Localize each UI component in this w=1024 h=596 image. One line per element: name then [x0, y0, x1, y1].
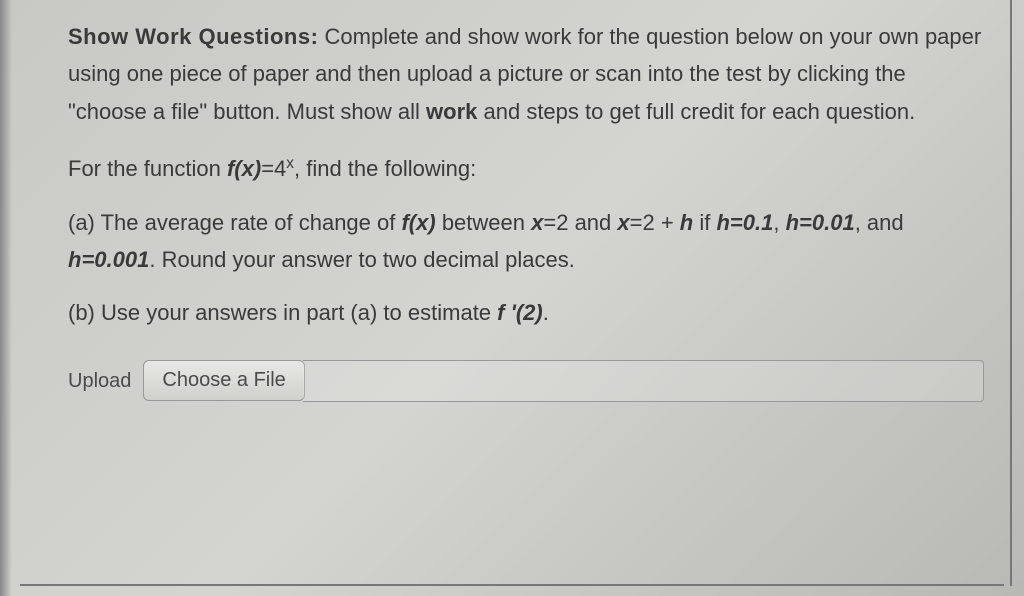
right-border — [1010, 0, 1012, 586]
part-b-pre: (b) Use your answers in part (a) to esti… — [68, 300, 497, 325]
part-a-pre: (a) The average rate of change of — [68, 210, 401, 235]
between: between — [436, 210, 531, 235]
function-definition: For the function f(x)=4x, find the follo… — [68, 150, 984, 187]
x1: x — [531, 210, 543, 235]
fx-a: f(x) — [401, 210, 435, 235]
bottom-border — [20, 584, 1004, 586]
fx-symbol: f(x) — [227, 156, 261, 181]
part-b-end: . — [543, 300, 549, 325]
x1-val: =2 — [543, 210, 568, 235]
choose-file-button[interactable]: Choose a File — [143, 360, 304, 401]
h2: h=0.01 — [786, 210, 855, 235]
h3: h=0.001 — [68, 247, 149, 272]
comma2: , and — [855, 210, 904, 235]
upload-label: Upload — [68, 364, 131, 398]
instructions-block: Show Work Questions: Complete and show w… — [68, 18, 984, 130]
h-sym: h — [680, 210, 693, 235]
part-a-text: (a) The average rate of change of f(x) b… — [68, 204, 984, 279]
f-prime-2: f '(2) — [497, 300, 543, 325]
question-content: Show Work Questions: Complete and show w… — [0, 0, 1024, 422]
heading-prefix: Show Work Questions: — [68, 24, 318, 49]
work-emphasis: work — [426, 99, 477, 124]
exponent-x: x — [286, 155, 294, 172]
upload-row: Upload Choose a File — [68, 360, 984, 402]
part-a-end: . Round your answer to two decimal place… — [149, 247, 575, 272]
function-post: , find the following: — [294, 156, 476, 181]
file-name-display — [303, 360, 984, 402]
comma1: , — [773, 210, 785, 235]
function-pre: For the function — [68, 156, 227, 181]
equals: =4 — [261, 156, 286, 181]
h1: h=0.1 — [716, 210, 773, 235]
x2: x — [617, 210, 629, 235]
page-edge-shadow — [0, 0, 12, 596]
part-b-text: (b) Use your answers in part (a) to esti… — [68, 294, 984, 331]
x2-val: =2 + — [630, 210, 680, 235]
and1: and — [568, 210, 617, 235]
instructions-end: and steps to get full credit for each qu… — [477, 99, 915, 124]
if-text: if — [693, 210, 716, 235]
